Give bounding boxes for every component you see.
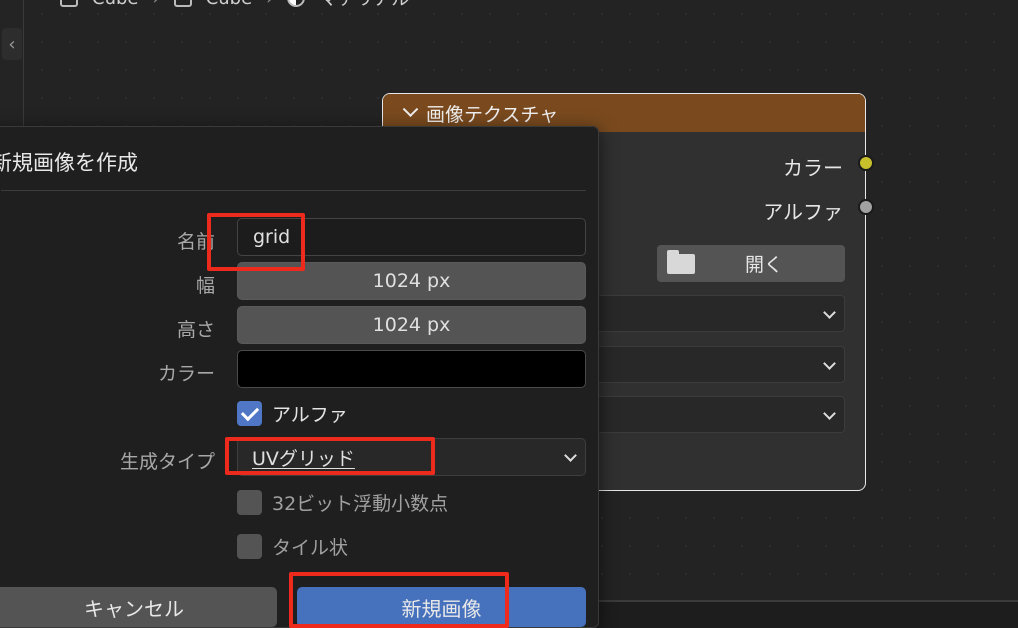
editor-header: Cube › Cube › マテリアル — [0, 0, 1018, 12]
cancel-button[interactable]: キャンセル — [0, 587, 277, 627]
alpha-checkbox[interactable] — [237, 400, 262, 426]
chevron-down-icon — [823, 407, 836, 420]
chevron-down-icon — [823, 357, 836, 370]
breadcrumb-mesh[interactable]: Cube — [206, 0, 252, 9]
name-input[interactable]: grid — [237, 218, 586, 256]
tiled-checkbox[interactable] — [237, 533, 262, 559]
generated-type-label: 生成タイプ — [119, 451, 215, 473]
output-color-label: カラー — [783, 156, 843, 180]
float-checkbox[interactable] — [237, 489, 262, 515]
dialog-divider — [1, 190, 586, 191]
output-alpha-label: アルファ — [763, 200, 843, 224]
output-color-socket[interactable] — [858, 155, 874, 171]
interpolation-select[interactable] — [593, 295, 845, 332]
breadcrumb-separator-icon: › — [266, 0, 273, 9]
folder-icon — [667, 250, 695, 274]
alpha-checkbox-label: アルファ — [272, 403, 348, 426]
tiled-checkbox-label: タイル状 — [272, 536, 349, 559]
dialog-title: 新規画像を作成 — [0, 151, 138, 175]
height-field[interactable]: 1024 px — [237, 306, 586, 344]
node-title: 画像テクスチャ — [426, 103, 559, 126]
breadcrumb-material[interactable]: マテリアル — [319, 0, 409, 11]
material-icon — [287, 0, 306, 7]
extension-select[interactable] — [593, 396, 845, 433]
generated-type-select[interactable]: UVグリッド — [237, 438, 586, 476]
object-icon — [60, 0, 78, 7]
float-checkbox-label: 32ビット浮動小数点 — [272, 492, 449, 515]
breadcrumb-object[interactable]: Cube — [92, 0, 138, 9]
tiled-checkbox-row[interactable]: タイル状 — [237, 533, 348, 559]
mesh-icon — [173, 0, 192, 7]
color-swatch[interactable] — [237, 350, 586, 388]
sidebar-collapse-icon[interactable]: ‹ — [2, 28, 22, 60]
output-alpha-socket[interactable] — [858, 199, 874, 215]
chevron-down-icon — [564, 449, 577, 462]
height-label: 高さ — [176, 319, 215, 341]
collapse-chevron-icon[interactable] — [402, 100, 419, 117]
float-checkbox-row[interactable]: 32ビット浮動小数点 — [237, 489, 448, 515]
projection-select[interactable] — [593, 346, 845, 383]
color-label: カラー — [157, 363, 215, 385]
alpha-checkbox-row[interactable]: アルファ — [237, 400, 348, 426]
open-button-label: 開く — [745, 254, 784, 276]
width-field[interactable]: 1024 px — [237, 262, 586, 300]
width-label: 幅 — [195, 275, 215, 297]
generated-type-value: UVグリッド — [252, 447, 355, 470]
open-image-button[interactable]: 開く — [657, 245, 845, 282]
breadcrumb-separator-icon: › — [152, 0, 159, 9]
name-label: 名前 — [176, 231, 215, 253]
chevron-down-icon — [823, 306, 836, 319]
new-image-ok-button[interactable]: 新規画像 — [297, 587, 586, 627]
new-image-dialog: 新規画像を作成 名前 grid 幅 1024 px 高さ 1024 px カラー… — [0, 126, 599, 628]
